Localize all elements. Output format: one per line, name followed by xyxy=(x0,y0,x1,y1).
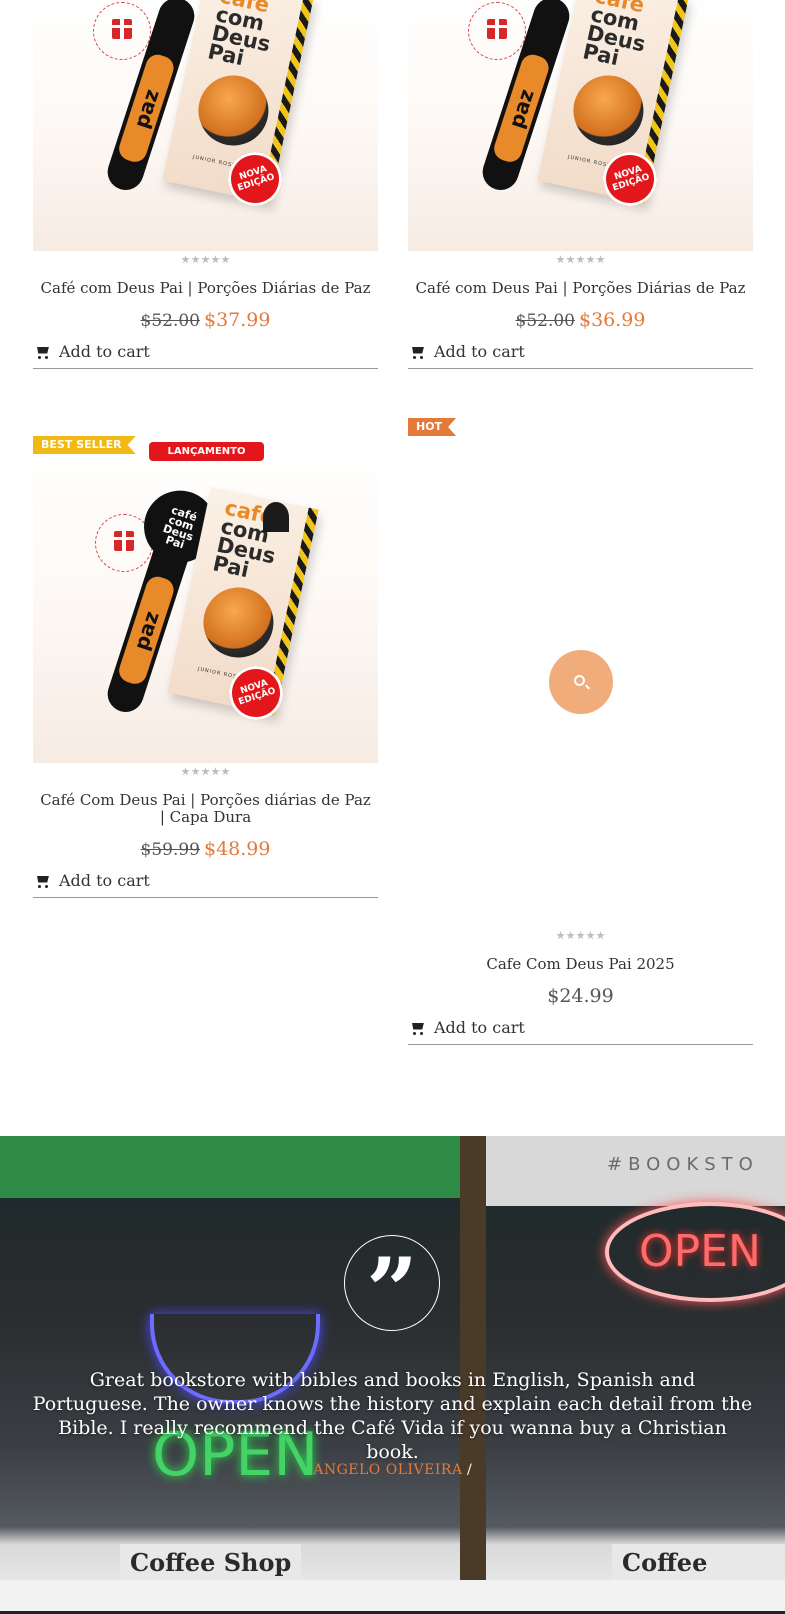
author-separator: / xyxy=(467,1462,472,1478)
footer-bar xyxy=(0,1580,785,1614)
cart-icon xyxy=(410,345,426,359)
testimonial-section: #BOOKSTO OPEN OPEN Coffee Shop Coffee Sh… xyxy=(0,1136,785,1580)
lancamento-label: LANÇAMENTO xyxy=(149,442,264,461)
product-price: $24.99 xyxy=(547,985,614,1007)
add-to-cart-button[interactable]: Add to cart xyxy=(33,340,378,369)
gift-seal xyxy=(468,2,526,60)
testimonial-author: ANGELO OLIVEIRA / xyxy=(0,1462,785,1478)
product-card: HOT Cafe Com Deus Pai 2025 $24.99 Add to… xyxy=(408,418,753,1045)
product-card: BEST SELLER LANÇAMENTO café com Deus Pai… xyxy=(33,436,378,898)
zoom-button[interactable] xyxy=(549,650,613,714)
background-coffee-shop-sign: Coffee Shop xyxy=(120,1544,302,1580)
product-image[interactable]: LANÇAMENTO café com Deus Pai paz café com… xyxy=(33,436,378,763)
product-price: $59.99 $48.99 xyxy=(140,838,271,860)
product-image[interactable] xyxy=(408,418,753,927)
product-title[interactable]: Cafe Com Deus Pai 2025 xyxy=(408,956,753,973)
best-seller-badge: BEST SELLER xyxy=(33,436,136,454)
page-count-badge xyxy=(263,502,289,532)
product-price: $52.00 $36.99 xyxy=(515,309,646,331)
rating-stars xyxy=(33,767,378,781)
product-card: paz café com Deus Pai JUNIOR ROSTIROLA NOVA… xyxy=(33,0,378,369)
add-to-cart-button[interactable]: Add to cart xyxy=(408,340,753,369)
product-card: paz café com Deus Pai JUNIOR ROSTIROLA NOVA… xyxy=(408,0,753,369)
rating-stars xyxy=(408,255,753,269)
testimonial-text: Great bookstore with bibles and books in… xyxy=(32,1369,753,1463)
cart-icon xyxy=(410,1021,426,1035)
quote-icon: ” xyxy=(344,1235,440,1344)
author-name[interactable]: ANGELO OLIVEIRA xyxy=(313,1462,462,1478)
product-title[interactable]: Café Com Deus Pai | Porções diárias de P… xyxy=(33,792,378,826)
add-to-cart-button[interactable]: Add to cart xyxy=(408,1016,753,1045)
background-coffee-shop-sign: Coffee Shop xyxy=(612,1544,785,1580)
product-title[interactable]: Café com Deus Pai | Porções Diárias de P… xyxy=(33,280,378,297)
product-price: $52.00 $37.99 xyxy=(140,309,271,331)
cart-icon xyxy=(35,874,51,888)
product-title[interactable]: Café com Deus Pai | Porções Diárias de P… xyxy=(408,280,753,297)
rating-stars xyxy=(408,931,753,945)
background-sign-text: #BOOKSTO xyxy=(607,1154,759,1175)
cart-icon xyxy=(35,345,51,359)
background-open-sign: OPEN xyxy=(605,1202,785,1302)
rating-stars xyxy=(33,255,378,269)
background-awning xyxy=(0,1136,460,1198)
zoom-icon xyxy=(574,675,585,686)
add-to-cart-button[interactable]: Add to cart xyxy=(33,869,378,898)
gift-seal xyxy=(93,2,151,60)
product-image[interactable]: paz café com Deus Pai JUNIOR ROSTIROLA NOVA… xyxy=(408,0,753,251)
background-window-frame xyxy=(460,1136,486,1580)
product-image[interactable]: paz café com Deus Pai JUNIOR ROSTIROLA NOVA… xyxy=(33,0,378,251)
